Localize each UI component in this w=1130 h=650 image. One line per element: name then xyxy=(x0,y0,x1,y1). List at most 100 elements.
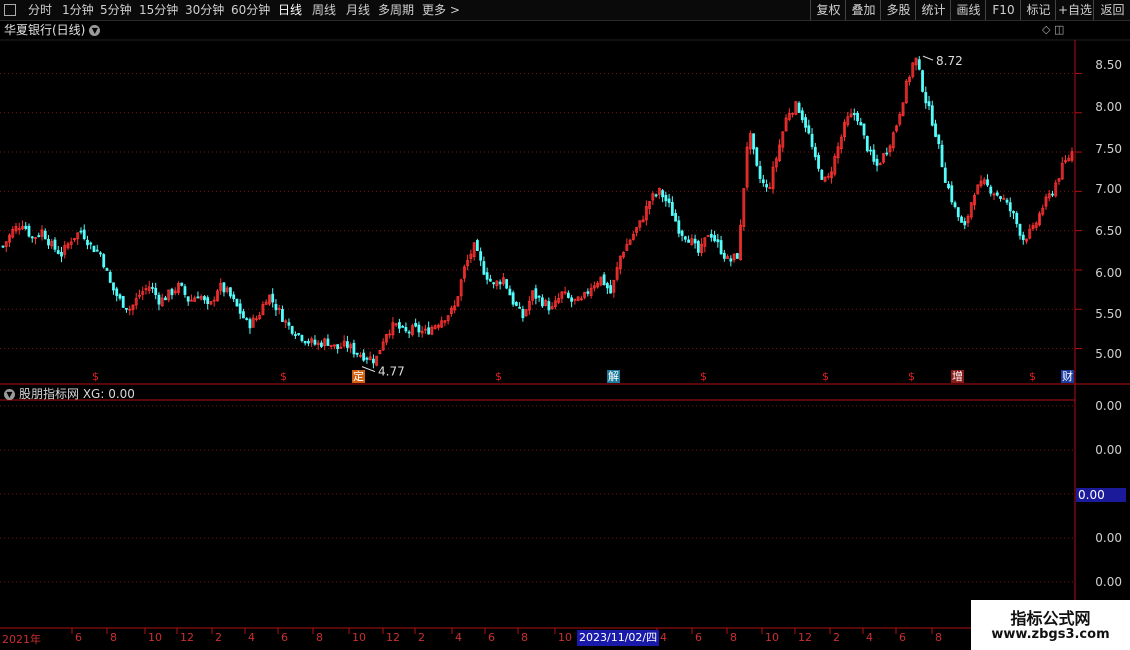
candle xyxy=(498,281,502,285)
candle xyxy=(121,296,125,308)
indicator-tick: 0.00 xyxy=(1095,399,1122,413)
candle xyxy=(1005,199,1009,203)
candle xyxy=(95,249,99,252)
event-marker[interactable]: $ xyxy=(700,370,707,383)
candle xyxy=(865,135,869,152)
candle xyxy=(485,272,489,280)
candle xyxy=(303,340,307,344)
candle xyxy=(570,297,574,302)
candle xyxy=(885,152,889,155)
event-marker[interactable]: $ xyxy=(1029,370,1036,383)
date-tick: 6 xyxy=(75,631,82,644)
price-chart[interactable]: 8.72 4.77 xyxy=(0,0,1130,650)
candle xyxy=(752,133,755,150)
candle xyxy=(56,250,60,254)
candle xyxy=(336,344,340,350)
date-tick: 8 xyxy=(521,631,528,644)
candle xyxy=(365,357,369,360)
candle xyxy=(540,297,544,307)
candle xyxy=(125,307,128,310)
candle xyxy=(346,341,349,348)
candle xyxy=(758,166,762,179)
candle xyxy=(869,149,872,152)
event-marker[interactable]: $ xyxy=(908,370,915,383)
date-tick: 10 xyxy=(558,631,572,644)
candle xyxy=(654,194,658,197)
candle xyxy=(722,252,726,259)
candle xyxy=(924,92,928,104)
candle xyxy=(164,297,167,301)
candle xyxy=(664,194,668,202)
candle xyxy=(537,295,541,298)
candle xyxy=(326,338,330,346)
candle xyxy=(872,149,876,162)
candle xyxy=(514,302,518,306)
candle xyxy=(680,230,684,236)
candle xyxy=(602,274,606,285)
event-marker[interactable]: $ xyxy=(92,370,99,383)
date-tick: 8 xyxy=(730,631,737,644)
candle xyxy=(719,240,723,255)
date-tick: 6 xyxy=(281,631,288,644)
candle xyxy=(82,229,86,240)
event-marker[interactable]: $ xyxy=(495,370,502,383)
candle xyxy=(937,134,941,145)
candle xyxy=(586,291,590,294)
candle xyxy=(696,240,700,253)
candle xyxy=(950,185,954,203)
candle xyxy=(47,238,50,246)
candle xyxy=(290,326,294,334)
price-tick: 5.50 xyxy=(1095,307,1122,321)
candle xyxy=(112,282,115,291)
event-marker[interactable]: 财 xyxy=(1061,370,1074,383)
low-label: 4.77 xyxy=(378,365,405,379)
date-tick: 10 xyxy=(765,631,779,644)
date-tick: 2021年 xyxy=(2,633,41,646)
candle xyxy=(294,334,297,336)
candle xyxy=(417,324,421,333)
candle xyxy=(989,186,993,194)
candle xyxy=(99,252,102,255)
candle xyxy=(37,235,41,238)
candle xyxy=(960,216,963,223)
event-marker[interactable]: $ xyxy=(822,370,829,383)
candle xyxy=(820,169,824,180)
candle xyxy=(102,254,106,268)
chevron-down-icon[interactable]: ▼ xyxy=(4,389,15,400)
candle xyxy=(414,322,418,327)
event-marker[interactable]: $ xyxy=(280,370,287,383)
event-marker[interactable]: 增 xyxy=(951,370,964,383)
candle xyxy=(89,242,93,245)
candle xyxy=(183,286,187,295)
candle xyxy=(479,251,483,261)
candle xyxy=(856,112,859,122)
date-tick: 12 xyxy=(386,631,400,644)
candle xyxy=(995,192,999,196)
date-tick: 4 xyxy=(248,631,255,644)
candle xyxy=(999,196,1002,199)
candle xyxy=(151,287,154,289)
watermark: 指标公式网 www.zbgs3.com xyxy=(971,600,1130,650)
event-marker[interactable]: 定 xyxy=(352,370,365,383)
price-tick: 5.00 xyxy=(1095,347,1122,361)
indicator-current-value: 0.00 xyxy=(1076,488,1126,502)
candle xyxy=(1021,234,1025,241)
candle xyxy=(300,335,304,341)
event-marker[interactable]: 解 xyxy=(607,370,620,383)
date-tick: 2 xyxy=(418,631,425,644)
candle xyxy=(281,308,284,322)
candle xyxy=(372,358,375,364)
indicator-tick: 0.00 xyxy=(1095,575,1122,589)
candle xyxy=(521,309,525,319)
price-tick: 6.00 xyxy=(1095,266,1122,280)
candle xyxy=(917,59,921,70)
candle xyxy=(60,251,63,257)
candle xyxy=(609,285,613,294)
indicator-tick: 0.00 xyxy=(1095,443,1122,457)
candle xyxy=(755,147,759,166)
candle xyxy=(713,235,716,242)
date-tick: 10 xyxy=(148,631,162,644)
candle xyxy=(157,294,161,305)
candle xyxy=(505,279,509,289)
date-tick: 6 xyxy=(899,631,906,644)
